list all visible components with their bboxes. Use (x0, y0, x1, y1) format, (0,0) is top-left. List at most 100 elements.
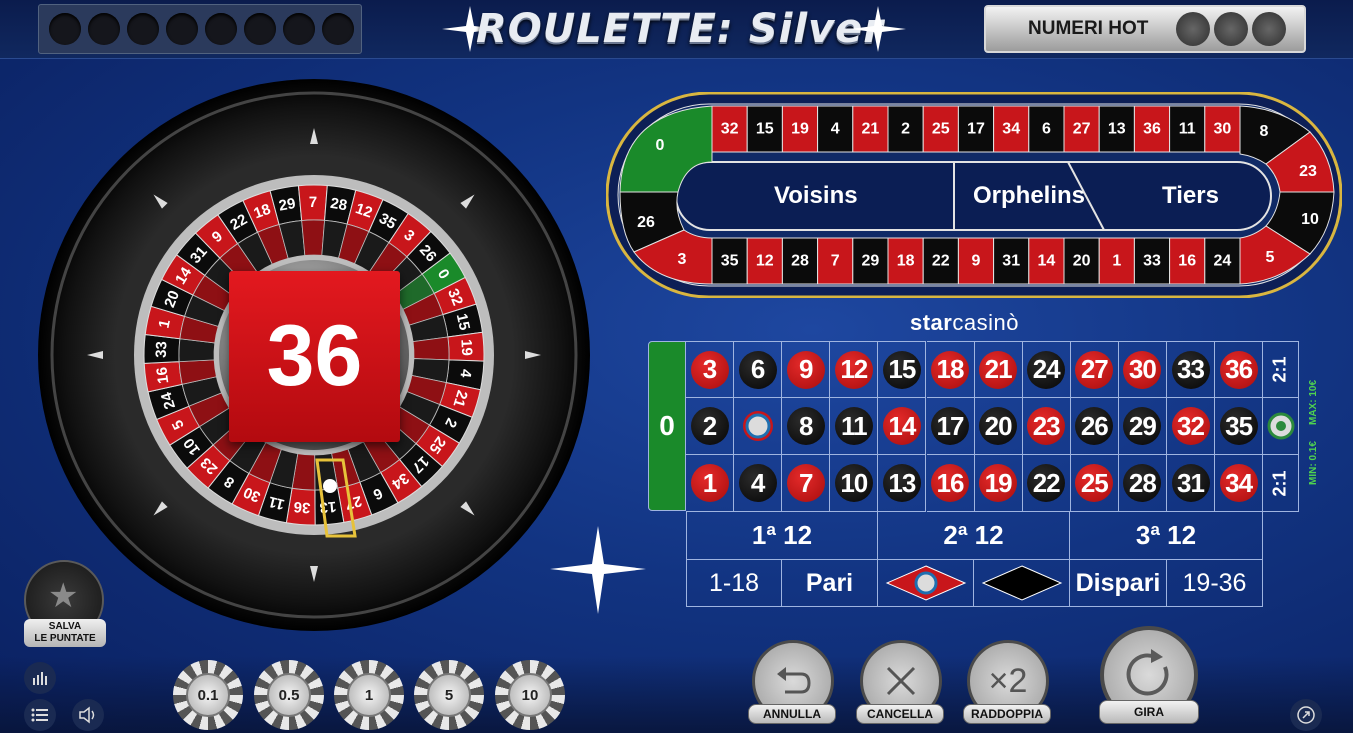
min-bet-label: MIN: 0.1€ (1308, 441, 1319, 485)
save-bets-label[interactable]: SALVA LE PUNTATE (24, 619, 106, 647)
number-bet-label: 36 (1219, 350, 1258, 389)
number-bet-label: 17 (931, 407, 969, 445)
stats-button[interactable] (24, 662, 56, 694)
column-bet-middle[interactable] (1263, 398, 1299, 455)
number-bet-cell[interactable]: 18 (926, 341, 975, 398)
history-slot (127, 13, 159, 45)
red-diamond-icon (885, 565, 966, 601)
racetrack-number: 27 (1073, 121, 1091, 138)
column-bet-bottom[interactable]: 2:1 (1263, 455, 1299, 512)
black-bet[interactable] (974, 560, 1070, 607)
number-bet-cell[interactable]: 29 (1118, 398, 1167, 455)
racetrack-number: 31 (1002, 253, 1020, 270)
number-bet-cell[interactable]: 14 (878, 398, 927, 455)
number-bet-cell[interactable]: 20 (974, 398, 1023, 455)
racetrack-number: 6 (1042, 121, 1051, 138)
hot-number-slot (1176, 12, 1210, 46)
sound-button[interactable] (72, 699, 104, 731)
number-bet-label: 28 (1123, 464, 1162, 502)
number-bet-cell[interactable]: 34 (1215, 455, 1264, 512)
odd-bet[interactable]: Dispari (1070, 560, 1167, 607)
clear-label[interactable]: CANCELLA (856, 704, 944, 724)
chip-0-1[interactable]: 0.1 (173, 660, 243, 730)
number-bet-cell[interactable]: 13 (878, 455, 927, 512)
racetrack-number: 21 (862, 121, 880, 138)
number-bet-cell[interactable]: 3 (686, 341, 734, 398)
red-bet[interactable] (878, 560, 974, 607)
wheel-pocket-inner (301, 219, 325, 256)
number-bet-cell[interactable]: 25 (1070, 455, 1119, 512)
number-bet-cell[interactable]: 15 (878, 341, 927, 398)
number-bet-cell[interactable]: 7 (782, 455, 831, 512)
racetrack-number: 24 (1214, 253, 1232, 270)
double-label[interactable]: RADDOPPIA (963, 704, 1051, 724)
number-bet-cell[interactable]: 22 (1022, 455, 1071, 512)
number-bet-cell[interactable]: 26 (1070, 398, 1119, 455)
high-bet[interactable]: 19-36 (1167, 560, 1263, 607)
number-bet-cell[interactable]: 32 (1167, 398, 1215, 455)
voisins-label[interactable]: Voisins (774, 182, 858, 210)
racetrack-number: 17 (967, 121, 985, 138)
number-bet-cell[interactable]: 1 (686, 455, 734, 512)
number-bet-cell[interactable]: 11 (830, 398, 879, 455)
low-bet[interactable]: 1-18 (686, 560, 782, 607)
number-bet-cell[interactable]: 33 (1167, 341, 1215, 398)
fullscreen-button[interactable] (1290, 699, 1322, 731)
racetrack-number: 10 (1301, 211, 1319, 228)
chip-10[interactable]: 10 (495, 660, 565, 730)
spin-label[interactable]: GIRA (1099, 700, 1199, 724)
number-bet-cell[interactable]: 12 (830, 341, 879, 398)
menu-button[interactable] (24, 699, 56, 731)
number-bet-cell[interactable]: 30 (1118, 341, 1167, 398)
dozen-1-bet[interactable]: 1ª 12 (686, 512, 878, 560)
chip-0-5[interactable]: 0.5 (254, 660, 324, 730)
number-bet-cell[interactable]: 27 (1070, 341, 1119, 398)
column-bet-top[interactable]: 2:1 (1263, 341, 1299, 398)
number-bet-cell[interactable]: 35 (1215, 398, 1264, 455)
orphelins-label[interactable]: Orphelins (973, 182, 1085, 210)
chip-5[interactable]: 5 (414, 660, 484, 730)
undo-label[interactable]: ANNULLA (748, 704, 836, 724)
number-bet-cell[interactable]: 2 (686, 398, 734, 455)
number-bet-cell[interactable]: 23 (1022, 398, 1071, 455)
number-bet-cell[interactable]: 24 (1022, 341, 1071, 398)
number-bet-cell[interactable]: 6 (734, 341, 783, 398)
number-bet-cell[interactable]: 31 (1167, 455, 1215, 512)
number-bet-cell[interactable]: 9 (782, 341, 831, 398)
history-slot (205, 13, 237, 45)
dozen-2-bet[interactable]: 2ª 12 (878, 512, 1070, 560)
racetrack-number: 18 (897, 253, 915, 270)
number-bet-cell[interactable]: 8 (782, 398, 831, 455)
column-bet-label: 2:1 (1269, 469, 1290, 497)
result-number-display: 36 (229, 271, 400, 442)
number-bet-label: 6 (738, 350, 777, 389)
star-icon: ★ (48, 577, 79, 615)
racetrack-number: 30 (1214, 121, 1232, 138)
chip-1[interactable]: 1 (334, 660, 404, 730)
number-bet-cell[interactable]: 4 (734, 455, 783, 512)
hot-numbers-panel[interactable]: NUMERI HOT (984, 5, 1306, 53)
list-icon (31, 708, 48, 722)
number-bet-cell[interactable]: 19 (974, 455, 1023, 512)
racetrack-number: 9 (972, 253, 981, 270)
racetrack-number: 34 (1002, 121, 1020, 138)
number-bet-cell[interactable] (734, 398, 783, 455)
wheel-pocket-number: 28 (329, 195, 348, 214)
number-bet-label: 9 (786, 350, 825, 389)
dozen-3-bet[interactable]: 3ª 12 (1070, 512, 1263, 560)
number-bet-cell[interactable]: 36 (1215, 341, 1264, 398)
number-bet-cell[interactable]: 16 (926, 455, 975, 512)
zero-bet-cell[interactable]: 0 (648, 341, 686, 511)
even-bet[interactable]: Pari (782, 560, 878, 607)
racetrack-number: 26 (637, 214, 655, 231)
tiers-label[interactable]: Tiers (1162, 182, 1219, 210)
chip-value: 0.1 (197, 686, 219, 704)
number-bet-label: 26 (1075, 407, 1114, 445)
save-label-line2: LE PUNTATE (34, 633, 96, 644)
number-bet-cell[interactable]: 17 (926, 398, 975, 455)
chip-value: 10 (521, 686, 539, 704)
number-bet-cell[interactable]: 10 (830, 455, 879, 512)
number-bet-cell[interactable]: 28 (1118, 455, 1167, 512)
number-bet-cell[interactable]: 21 (974, 341, 1023, 398)
number-bet-label: 33 (1171, 350, 1210, 389)
